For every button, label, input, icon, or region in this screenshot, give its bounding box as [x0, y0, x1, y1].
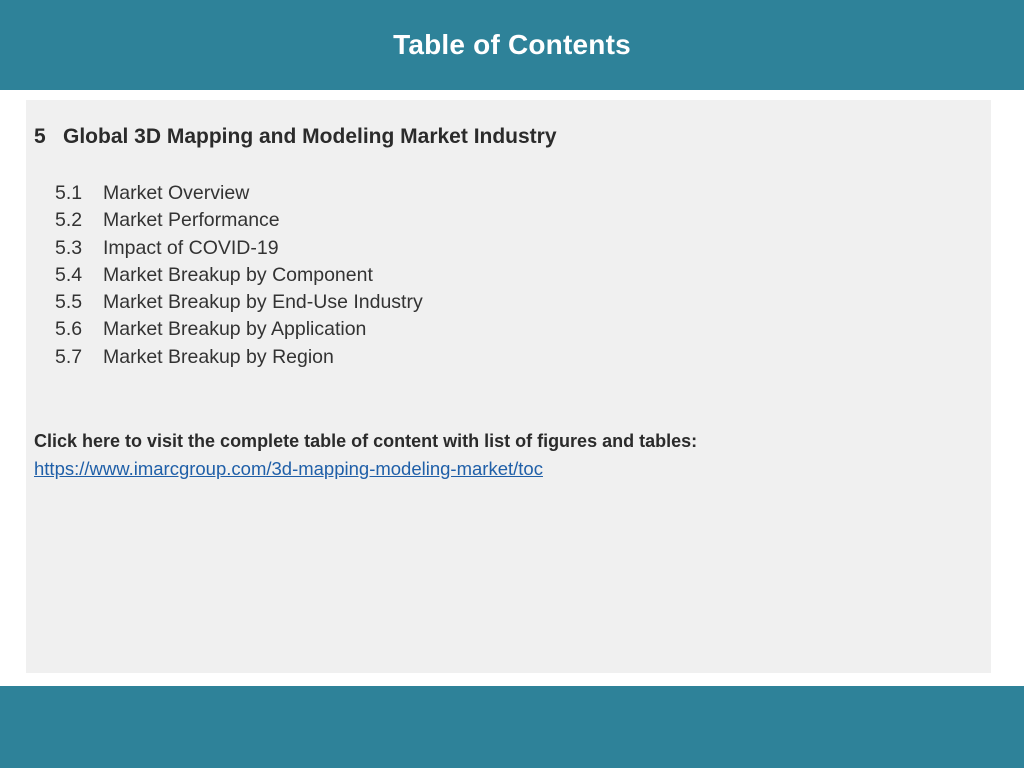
toc-item: 5.4 Market Breakup by Component: [55, 262, 423, 289]
footer-bar: [0, 686, 1024, 768]
toc-item-number: 5.4: [55, 263, 83, 286]
page-title: Table of Contents: [393, 29, 631, 60]
section-heading: 5 Global 3D Mapping and Modeling Market I…: [34, 122, 557, 152]
toc-item-label: Market Breakup by End-Use Industry: [103, 291, 423, 314]
full-toc-link[interactable]: https://www.imarcgroup.com/3d-mapping-mo…: [34, 455, 543, 483]
toc-item: 5.6 Market Breakup by Application: [55, 316, 423, 343]
toc-item-number: 5.3: [55, 236, 83, 259]
section-number: 5: [34, 125, 46, 148]
toc-item-label: Market Breakup by Component: [103, 263, 373, 286]
section-title: Global 3D Mapping and Modeling Market In…: [63, 125, 557, 148]
toc-item-label: Market Breakup by Region: [103, 345, 334, 368]
toc-item: 5.7 Market Breakup by Region: [55, 344, 423, 371]
toc-item-number: 5.5: [55, 291, 83, 314]
toc-item-label: Market Overview: [103, 182, 250, 204]
toc-item: 5.2 Market Performance: [55, 207, 423, 234]
toc-item-number: 5.1: [55, 182, 83, 204]
toc-item: 5.5 Market Breakup by End-Use Industry: [55, 289, 423, 316]
toc-item: 5.1 Market Overview: [55, 180, 423, 207]
toc-item-number: 5.6: [55, 318, 83, 341]
toc-item: 5.3 Impact of COVID-19: [55, 235, 423, 262]
toc-item-label: Impact of COVID-19: [103, 236, 279, 259]
cta-text: Click here to visit the complete table o…: [34, 431, 698, 451]
toc-item-label: Market Performance: [103, 209, 280, 232]
toc-list: 5.1 Market Overview 5.2 Market Performance…: [55, 180, 423, 371]
toc-item-number: 5.2: [55, 209, 83, 232]
toc-item-number: 5.7: [55, 345, 83, 368]
toc-item-label: Market Breakup by Application: [103, 318, 367, 341]
